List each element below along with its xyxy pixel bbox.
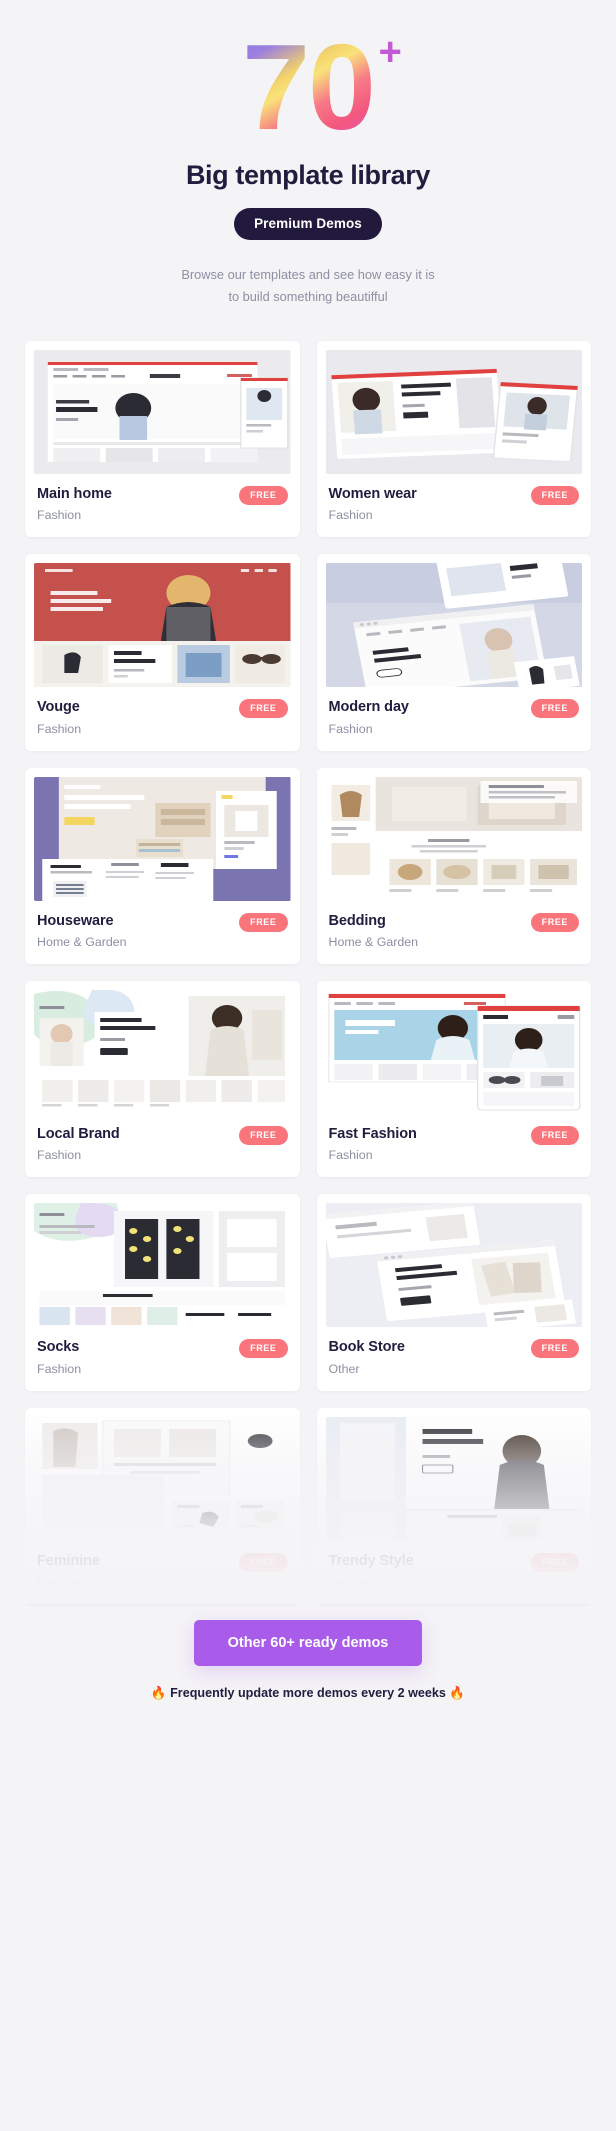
- footer-note: 🔥 Frequently update more demos every 2 w…: [0, 1686, 616, 1701]
- template-card[interactable]: Local Brand Fashion FREE: [25, 980, 300, 1178]
- template-grid: Main home Fashion FREE Women wear Fashio…: [0, 340, 616, 1391]
- thumb-art-houseware: [34, 776, 291, 901]
- template-card-category: Fashion: [328, 1148, 373, 1163]
- free-badge: FREE: [530, 1552, 579, 1572]
- template-thumbnail: [34, 349, 291, 474]
- template-thumbnail: [325, 349, 582, 474]
- template-card-category: Home & Garden: [328, 934, 419, 949]
- template-thumbnail: [325, 776, 582, 901]
- demo-library-page: 70 + Big template library Premium Demos …: [0, 0, 616, 2131]
- template-card-meta: Houseware Home & Garden FREE: [34, 901, 291, 964]
- template-card[interactable]: Women wear Fashion FREE: [316, 340, 591, 538]
- template-card[interactable]: Feminine Fashion FREE: [25, 1407, 300, 1605]
- hero-subtitle-line-1: Browse our templates and see how easy it…: [181, 267, 435, 282]
- template-card-meta: Women wear Fashion FREE: [326, 474, 583, 537]
- free-badge: FREE: [530, 912, 579, 932]
- thumb-art-feminine: [34, 1416, 291, 1541]
- template-thumbnail: [325, 1416, 582, 1541]
- big-count-number: 70: [242, 19, 376, 155]
- free-badge: FREE: [530, 1339, 579, 1359]
- template-thumbnail: [325, 1203, 582, 1328]
- template-card-meta: Bedding Home & Garden FREE: [326, 901, 583, 964]
- template-card-meta: Book Store Other FREE: [326, 1327, 583, 1390]
- template-card[interactable]: Trendy Style Fashion FREE: [316, 1407, 591, 1605]
- premium-demos-badge: Premium Demos: [234, 208, 382, 240]
- template-card[interactable]: Vouge Fashion FREE: [25, 554, 300, 751]
- flame-icon-left: 🔥: [150, 1686, 167, 1701]
- template-card-meta: Modern day Fashion FREE: [326, 687, 583, 750]
- free-badge: FREE: [239, 699, 288, 719]
- free-badge: FREE: [239, 1339, 288, 1359]
- thumb-art-fast-fashion: [325, 989, 582, 1114]
- template-card-category: Fashion: [37, 1148, 82, 1163]
- template-grid-faded: Feminine Fashion FREE Trendy Style Fashi…: [0, 1407, 616, 1605]
- big-count-wrapper: 70 +: [242, 26, 402, 148]
- template-card-category: Other: [328, 1361, 360, 1376]
- template-card-meta: Fast Fashion Fashion FREE: [326, 1114, 583, 1177]
- thumb-art-main-home: [34, 349, 291, 474]
- footer-section: Other 60+ ready demos 🔥 Frequently updat…: [0, 1620, 616, 1731]
- template-card-category: Fashion: [37, 721, 82, 736]
- template-card[interactable]: Socks Fashion FREE: [25, 1194, 300, 1391]
- free-badge: FREE: [239, 1125, 288, 1145]
- template-card-category: Home & Garden: [37, 934, 127, 949]
- footer-note-text: Frequently update more demos every 2 wee…: [170, 1686, 446, 1701]
- thumb-art-local-brand: [34, 989, 291, 1114]
- template-thumbnail: [325, 989, 582, 1114]
- thumb-art-trendy-style: [325, 1416, 582, 1541]
- template-card: Modern day Fashion FREE: [316, 554, 591, 751]
- big-count-plus: +: [378, 30, 402, 74]
- thumb-art-book-store: [325, 1203, 582, 1328]
- template-card-meta: Socks Fashion FREE: [34, 1327, 291, 1390]
- template-thumbnail: [34, 989, 291, 1114]
- hero-subtitle-line-2: to build something beautifful: [228, 289, 388, 305]
- thumb-art-vouge: [34, 563, 291, 688]
- thumb-art-modern-day: [325, 563, 582, 688]
- template-card-category: Fashion: [328, 508, 373, 523]
- template-card[interactable]: Houseware Home & Garden FREE: [25, 767, 300, 964]
- template-thumbnail: [34, 1416, 291, 1541]
- template-card-meta: Local Brand Fashion FREE: [34, 1114, 291, 1177]
- free-badge: FREE: [530, 699, 579, 719]
- thumb-art-socks: [34, 1203, 291, 1328]
- free-badge: FREE: [530, 1125, 579, 1145]
- free-badge: FREE: [239, 485, 288, 505]
- template-card-category: Fashion: [37, 508, 82, 523]
- thumb-art-bedding: [325, 776, 582, 901]
- template-thumbnail: [34, 563, 291, 688]
- template-card[interactable]: Main home Fashion FREE: [25, 340, 300, 538]
- template-card-meta: Main home Fashion FREE: [34, 474, 291, 537]
- free-badge: FREE: [530, 485, 579, 505]
- template-card[interactable]: Fast Fashion Fashion FREE: [316, 980, 591, 1178]
- template-thumbnail: [325, 563, 582, 688]
- hero-section: 70 + Big template library Premium Demos …: [0, 0, 616, 309]
- hero-subtitle: Browse our templates and see how easy it…: [0, 264, 616, 309]
- free-badge: FREE: [239, 912, 288, 932]
- template-card-meta: Vouge Fashion FREE: [34, 687, 291, 750]
- other-demos-button[interactable]: Other 60+ ready demos: [193, 1620, 423, 1667]
- template-card-category: Fashion: [37, 1361, 82, 1376]
- template-card-meta: Trendy Style Fashion FREE: [326, 1541, 583, 1604]
- template-card-category: Fashion: [37, 1575, 82, 1590]
- free-badge: FREE: [239, 1552, 288, 1572]
- template-thumbnail: [34, 1203, 291, 1328]
- template-card-meta: Feminine Fashion FREE: [34, 1541, 291, 1604]
- template-card-category: Fashion: [328, 721, 373, 736]
- template-card[interactable]: Book Store Other FREE: [316, 1194, 591, 1391]
- template-card-category: Fashion: [328, 1575, 373, 1590]
- flame-icon-right: 🔥: [449, 1686, 466, 1701]
- template-thumbnail: [34, 776, 291, 901]
- page-title: Big template library: [185, 160, 431, 190]
- thumb-art-women-wear: [325, 349, 582, 474]
- template-card[interactable]: Bedding Home & Garden FREE: [316, 767, 591, 964]
